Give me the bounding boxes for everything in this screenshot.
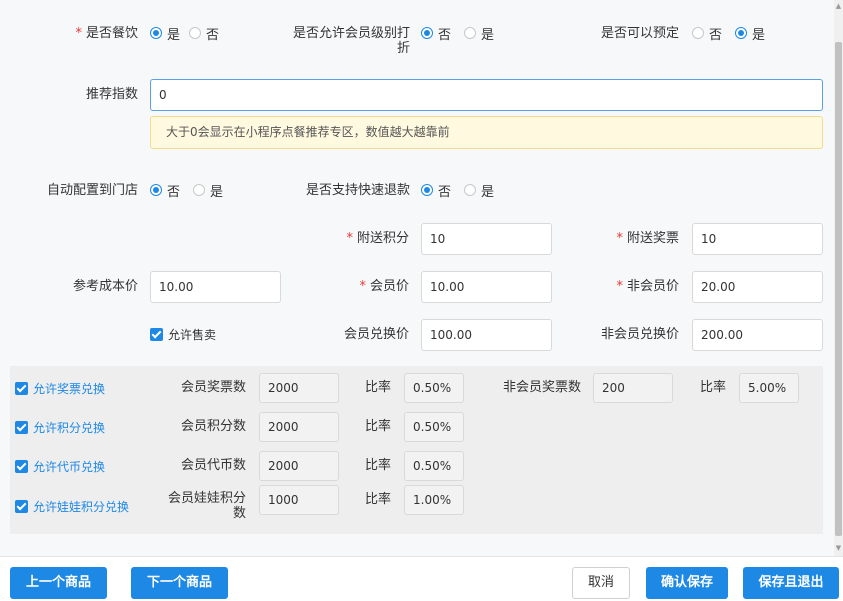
checkbox-checked-icon [15, 460, 28, 473]
nonmember-ticket-ratio-label: 比率 [699, 380, 726, 395]
scroll-down-icon[interactable]: ▼ [835, 544, 842, 552]
nonmember-price-input[interactable]: 20.00 [692, 271, 823, 303]
allow-doll-points-exchange-checkbox[interactable]: 允许娃娃积分兑换 [15, 498, 129, 515]
member-price-label: * 会员价 [359, 279, 409, 294]
auto-store-yes-radio[interactable]: 是 [193, 182, 223, 200]
radio-selected-icon [421, 184, 433, 196]
doll-ratio-input[interactable]: 1.00% [404, 485, 464, 515]
recommend-input[interactable]: 0 [150, 79, 823, 111]
member-tickets-input[interactable]: 2000 [259, 373, 339, 403]
member-points-label: 会员积分数 [180, 419, 246, 434]
nonmember-tickets-label: 非会员奖票数 [502, 380, 581, 395]
member-discount-yes-radio[interactable]: 是 [464, 25, 494, 43]
allow-ticket-exchange-checkbox[interactable]: 允许奖票兑换 [15, 380, 105, 397]
tokens-ratio-input[interactable]: 0.50% [404, 451, 464, 481]
quick-refund-yes-radio[interactable]: 是 [464, 182, 494, 200]
member-discount-no-radio[interactable]: 否 [421, 25, 451, 43]
bonus-tickets-label: * 附送奖票 [616, 231, 679, 246]
checkbox-checked-icon [15, 500, 28, 513]
reservable-label: 是否可以预定 [600, 26, 679, 41]
cancel-button[interactable]: 取消 [572, 567, 630, 599]
nonmember-exchange-label: 非会员兑换价 [600, 327, 679, 342]
cost-price-input[interactable]: 10.00 [150, 271, 281, 303]
radio-empty-icon [464, 184, 476, 196]
allow-points-exchange-checkbox[interactable]: 允许积分兑换 [15, 419, 105, 436]
radio-selected-icon [421, 27, 433, 39]
member-tickets-label: 会员奖票数 [180, 380, 246, 395]
bonus-points-label: * 附送积分 [346, 231, 409, 246]
next-product-button[interactable]: 下一个商品 [131, 567, 228, 599]
save-and-exit-button[interactable]: 保存且退出 [743, 567, 839, 599]
member-discount-label: 是否允许会员级别打折 [292, 26, 410, 56]
member-tokens-input[interactable]: 2000 [259, 451, 339, 481]
radio-selected-icon [735, 27, 747, 39]
radio-empty-icon [464, 27, 476, 39]
ticket-ratio-label: 比率 [364, 380, 391, 395]
reservable-no-radio[interactable]: 否 [692, 25, 722, 43]
member-points-input[interactable]: 2000 [259, 412, 339, 442]
radio-empty-icon [692, 27, 704, 39]
member-price-input[interactable]: 10.00 [421, 271, 552, 303]
points-ratio-label: 比率 [364, 419, 391, 434]
cost-price-label: 参考成本价 [72, 279, 138, 294]
bonus-points-input[interactable]: 10 [421, 223, 552, 255]
points-ratio-input[interactable]: 0.50% [404, 412, 464, 442]
nonmember-ticket-ratio-input[interactable]: 5.00% [739, 373, 799, 403]
vertical-scrollbar[interactable]: ▲ ▼ [834, 0, 843, 556]
allow-sale-checkbox[interactable]: 允许售卖 [150, 326, 216, 343]
radio-empty-icon [193, 184, 205, 196]
radio-empty-icon [189, 27, 201, 39]
member-doll-points-label: 会员娃娃积分数 [167, 491, 246, 521]
allow-tokens-exchange-checkbox[interactable]: 允许代币兑换 [15, 458, 105, 475]
nonmember-price-label: * 非会员价 [616, 279, 679, 294]
checkbox-checked-icon [15, 382, 28, 395]
recommend-tip: 大于0会显示在小程序点餐推荐专区，数值越大越靠前 [150, 116, 823, 149]
bonus-tickets-input[interactable]: 10 [692, 223, 823, 255]
dining-label: * 是否餐饮 [75, 26, 138, 41]
member-doll-points-input[interactable]: 1000 [259, 485, 339, 515]
checkbox-checked-icon [150, 328, 163, 341]
checkbox-checked-icon [15, 421, 28, 434]
member-exchange-input[interactable]: 100.00 [421, 319, 552, 351]
quick-refund-no-radio[interactable]: 否 [421, 182, 451, 200]
prev-product-button[interactable]: 上一个商品 [10, 567, 107, 599]
nonmember-exchange-input[interactable]: 200.00 [692, 319, 823, 351]
ticket-ratio-input[interactable]: 0.50% [404, 373, 464, 403]
scrollbar-thumb[interactable] [835, 42, 842, 536]
dining-yes-radio[interactable]: 是 [150, 25, 180, 43]
dining-no-radio[interactable]: 否 [189, 25, 219, 43]
footer-bar: 上一个商品 下一个商品 取消 确认保存 保存且退出 [0, 556, 843, 601]
quick-refund-label: 是否支持快速退款 [305, 183, 410, 198]
member-exchange-label: 会员兑换价 [343, 327, 409, 342]
doll-ratio-label: 比率 [364, 492, 391, 507]
nonmember-tickets-input[interactable]: 200 [593, 373, 673, 403]
auto-store-no-radio[interactable]: 否 [150, 182, 180, 200]
confirm-save-button[interactable]: 确认保存 [646, 567, 728, 599]
reservable-yes-radio[interactable]: 是 [735, 25, 765, 43]
tokens-ratio-label: 比率 [364, 458, 391, 473]
auto-store-label: 自动配置到门店 [46, 183, 138, 198]
recommend-label: 推荐指数 [85, 87, 138, 102]
radio-selected-icon [150, 27, 162, 39]
scroll-up-icon[interactable]: ▲ [835, 2, 842, 10]
radio-selected-icon [150, 184, 162, 196]
member-tokens-label: 会员代币数 [180, 458, 246, 473]
